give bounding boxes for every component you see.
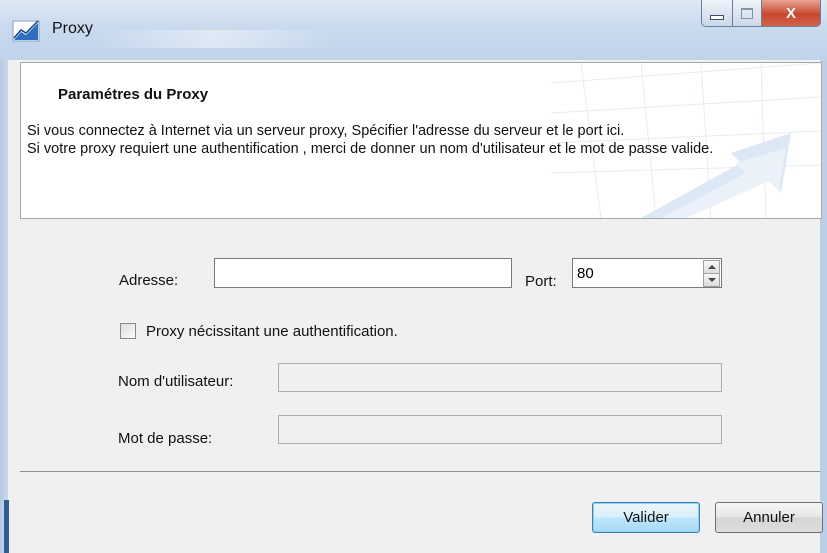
auth-checkbox-label[interactable]: Proxy nécissitant une authentification. bbox=[146, 323, 398, 340]
arrow-down-icon bbox=[707, 278, 716, 282]
address-input[interactable] bbox=[214, 258, 512, 288]
address-label: Adresse: bbox=[119, 272, 179, 289]
header-title: Paramétres du Proxy bbox=[58, 86, 209, 103]
minimize-icon bbox=[710, 14, 724, 20]
spin-up-button[interactable] bbox=[703, 260, 720, 273]
title-bar[interactable]: Proxy X bbox=[0, 0, 827, 60]
cancel-button[interactable]: Annuler bbox=[715, 502, 823, 533]
port-spin-buttons bbox=[703, 260, 720, 287]
port-input[interactable] bbox=[573, 259, 697, 287]
window-frame-accent bbox=[4, 500, 9, 553]
maximize-button[interactable] bbox=[733, 0, 762, 27]
maximize-icon bbox=[741, 7, 753, 19]
password-label: Mot de passe: bbox=[118, 430, 213, 447]
port-spinner[interactable] bbox=[572, 258, 722, 288]
window-frame-left bbox=[0, 60, 8, 553]
header-panel: Paramétres du Proxy Si vous connectez à … bbox=[20, 62, 822, 219]
spin-down-button[interactable] bbox=[703, 273, 720, 287]
window-controls: X bbox=[701, 0, 821, 30]
username-input[interactable] bbox=[278, 363, 722, 392]
port-label: Port: bbox=[525, 273, 557, 290]
description-line-2: Si votre proxy requiert une authentifica… bbox=[27, 140, 714, 157]
minimize-button[interactable] bbox=[701, 0, 733, 27]
window-title: Proxy bbox=[52, 20, 93, 37]
chart-icon bbox=[12, 20, 40, 42]
close-button[interactable]: X bbox=[762, 0, 821, 27]
form-panel: Adresse: Port: Proxy nécissitant une aut… bbox=[20, 218, 820, 472]
description-line-1: Si vous connectez à Internet via un serv… bbox=[27, 123, 625, 139]
arrow-up-icon bbox=[707, 265, 716, 269]
username-label: Nom d'utilisateur: bbox=[118, 373, 234, 390]
header-description: Si vous connectez à Internet via un serv… bbox=[27, 123, 817, 158]
password-input[interactable] bbox=[278, 415, 722, 444]
validate-button[interactable]: Valider bbox=[592, 502, 700, 533]
close-icon: X bbox=[785, 4, 796, 22]
auth-checkbox[interactable] bbox=[120, 323, 136, 339]
